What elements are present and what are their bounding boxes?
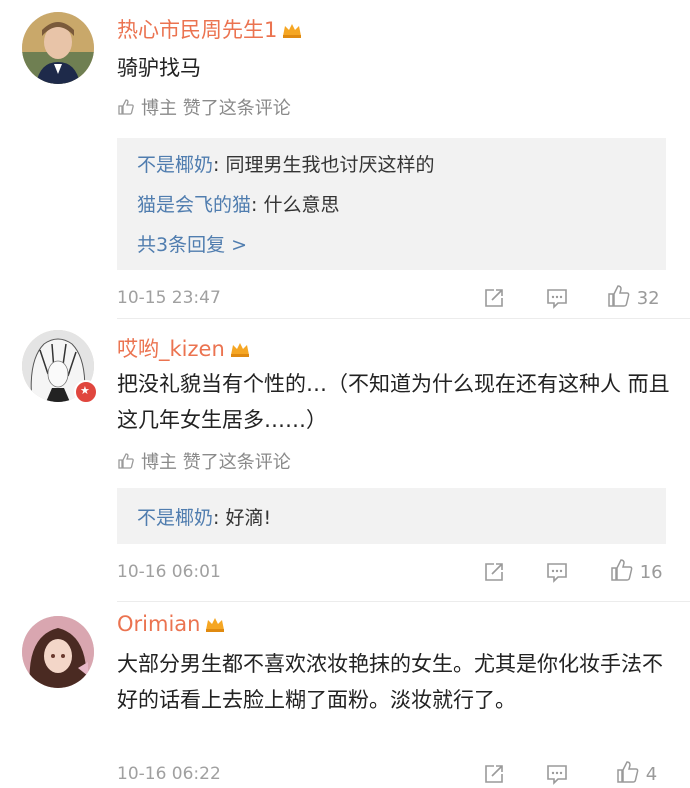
username-text[interactable]: Orimian — [117, 612, 200, 636]
reply-item[interactable]: 猫是会飞的猫: 什么意思 — [137, 190, 339, 217]
reply-author[interactable]: 不是椰奶 — [137, 154, 213, 176]
share-icon — [485, 765, 503, 783]
avatar-image — [22, 616, 94, 688]
reply-text: : 同理男生我也讨厌这样的 — [213, 154, 435, 176]
comment-button[interactable] — [545, 286, 569, 312]
divider — [117, 601, 690, 602]
username[interactable]: 热心市民周先生1 — [117, 14, 303, 44]
reply-box[interactable]: 不是椰奶: 同理男生我也讨厌这样的 猫是会飞的猫: 什么意思 共3条回复 > — [117, 138, 666, 270]
avatar[interactable] — [22, 616, 94, 688]
comment-icon — [547, 563, 567, 583]
comment-text: 把没礼貌当有个性的…（不知道为什么现在还有这种人 而且这几年女生居多……） — [117, 372, 670, 432]
comment-button[interactable] — [545, 560, 569, 586]
share-icon — [485, 289, 503, 307]
comment-text: 骑驴找马 — [117, 56, 201, 80]
verified-badge-icon — [74, 380, 98, 404]
share-button[interactable] — [482, 286, 506, 312]
more-replies-link[interactable]: 共3条回复 > — [137, 230, 247, 257]
author-liked: 博主 赞了这条评论 — [117, 94, 291, 120]
share-icon — [485, 563, 503, 581]
reply-text: : 什么意思 — [251, 194, 340, 216]
share-button[interactable] — [482, 560, 506, 586]
author-liked-text: 博主 赞了这条评论 — [141, 452, 291, 473]
reply-box[interactable]: 不是椰奶: 好滴! — [117, 488, 666, 544]
like-icon — [608, 285, 630, 307]
thumb-up-icon — [118, 453, 134, 469]
username-text[interactable]: 热心市民周先生1 — [117, 18, 277, 42]
timestamp: 10-16 06:01 — [117, 562, 221, 582]
reply-author[interactable]: 不是椰奶 — [137, 507, 213, 529]
username-text[interactable]: 哎哟_kizen — [117, 337, 225, 361]
like-button[interactable]: 32 — [607, 284, 660, 310]
like-count: 16 — [639, 562, 663, 583]
avatar[interactable] — [22, 12, 94, 84]
timestamp: 10-15 23:47 — [117, 288, 221, 308]
author-liked: 博主 赞了这条评论 — [117, 448, 291, 474]
comment-button[interactable] — [545, 762, 569, 788]
reply-item[interactable]: 不是椰奶: 同理男生我也讨厌这样的 — [137, 150, 434, 177]
reply-author[interactable]: 猫是会飞的猫 — [137, 194, 251, 216]
crown-icon — [206, 618, 225, 632]
avatar-image — [22, 12, 94, 84]
like-icon — [617, 761, 639, 783]
share-button[interactable] — [482, 762, 506, 788]
comment-text: 大部分男生都不喜欢浓妆艳抹的女生。尤其是你化妆手法不好的话看上去脸上糊了面粉。淡… — [117, 652, 663, 712]
username[interactable]: 哎哟_kizen — [117, 333, 251, 363]
comment-icon — [547, 765, 567, 785]
like-button[interactable]: 4 — [616, 760, 657, 786]
reply-text: : 好滴! — [213, 507, 272, 529]
divider — [117, 318, 690, 319]
like-button[interactable]: 16 — [610, 558, 663, 584]
crown-icon — [283, 24, 302, 38]
reply-item[interactable]: 不是椰奶: 好滴! — [137, 503, 271, 530]
crown-icon — [230, 343, 249, 357]
thumb-up-icon — [118, 99, 134, 115]
author-liked-text: 博主 赞了这条评论 — [141, 98, 291, 119]
timestamp: 10-16 06:22 — [117, 764, 221, 784]
like-icon — [611, 559, 633, 581]
like-count: 4 — [645, 764, 658, 785]
username[interactable]: Orimian — [117, 612, 226, 636]
comment-icon — [547, 289, 567, 309]
like-count: 32 — [636, 288, 660, 309]
